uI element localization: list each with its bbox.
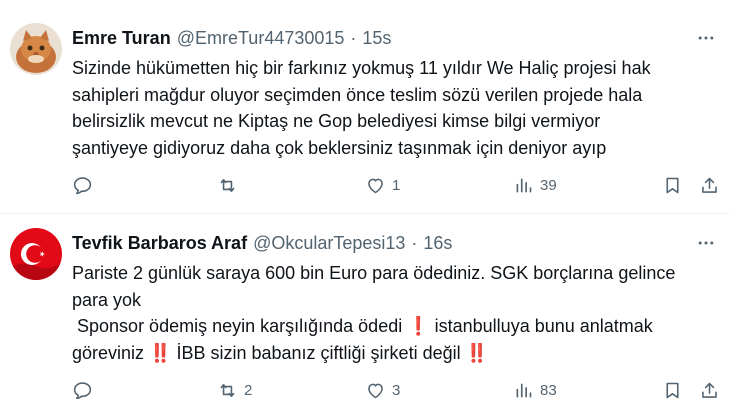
tweet-text-line: Sponsor ödemiş neyin karşılığında ödedi (72, 316, 408, 336)
separator-dot: · (411, 232, 418, 253)
turkish-flag-avatar-icon (10, 228, 62, 280)
view-count: 83 (540, 381, 557, 399)
tweet-text-line: göreviniz (72, 342, 150, 363)
bookmark-icon (666, 382, 679, 398)
tweet-actions: 2 3 83 (72, 376, 722, 404)
views-icon (516, 383, 532, 397)
more-icon[interactable] (694, 26, 718, 50)
tweet[interactable]: Tevfik Barbaros Araf @OkcularTepesi13 · … (0, 215, 730, 420)
retweet-button[interactable] (217, 171, 244, 199)
retweet-icon (220, 178, 235, 192)
author-handle[interactable]: @EmreTur44730015 (177, 28, 345, 49)
reply-button[interactable] (72, 171, 99, 199)
tweet-header: Tevfik Barbaros Araf @OkcularTepesi13 · … (72, 231, 452, 255)
views-button[interactable]: 83 (513, 376, 557, 404)
separator-dot: · (350, 27, 357, 48)
bookmark-icon (666, 177, 679, 193)
author-name[interactable]: Tevfik Barbaros Araf (72, 233, 247, 254)
tweet[interactable]: Emre Turan @EmreTur44730015 · 15s Sizind… (0, 0, 730, 214)
exclamation-emoji: ❗ (407, 316, 430, 336)
tweet-text-line: para yok (72, 289, 142, 310)
timestamp[interactable]: 16s (423, 233, 452, 254)
views-button[interactable]: 39 (513, 171, 557, 199)
like-button[interactable]: 3 (365, 376, 400, 404)
reply-icon (73, 381, 92, 399)
double-exclamation-emoji: ‼️ (465, 342, 489, 363)
cat-photo-avatar-icon (10, 23, 62, 75)
share-button[interactable] (699, 171, 720, 199)
timestamp[interactable]: 15s (362, 28, 391, 49)
double-exclamation-emoji: ‼️ (149, 342, 172, 363)
avatar[interactable] (10, 228, 62, 280)
tweet-text: Pariste 2 günlük saraya 600 bin Euro par… (72, 260, 722, 366)
views-icon (516, 178, 532, 192)
retweet-button[interactable]: 2 (217, 376, 252, 404)
like-count: 3 (392, 381, 401, 399)
share-icon (702, 382, 717, 398)
like-icon (368, 178, 383, 193)
tweet-text-line: istanbulluya bunu anlatmak (429, 316, 653, 336)
tweet-header: Emre Turan @EmreTur44730015 · 15s (72, 26, 391, 50)
retweet-count: 2 (244, 381, 253, 399)
like-count: 1 (392, 176, 401, 194)
tweet-actions: 1 39 (72, 171, 722, 199)
author-handle[interactable]: @OkcularTepesi13 (253, 233, 405, 254)
retweet-icon (220, 383, 235, 397)
tweet-text-line: Pariste 2 günlük saraya 600 bin Euro par… (72, 263, 676, 283)
bookmark-button[interactable] (662, 376, 683, 404)
avatar[interactable] (10, 23, 62, 75)
author-name[interactable]: Emre Turan (72, 28, 171, 49)
share-button[interactable] (699, 376, 720, 404)
like-button[interactable]: 1 (365, 171, 400, 199)
more-icon[interactable] (694, 231, 718, 255)
tweet-text-line: İBB sizin babanız çiftliği şirketi değil (171, 342, 466, 363)
like-icon (368, 383, 383, 398)
reply-icon (73, 176, 92, 194)
view-count: 39 (540, 176, 557, 194)
tweet-text: Sizinde hükümetten hiç bir farkınız yokm… (72, 58, 651, 158)
share-icon (702, 177, 717, 193)
bookmark-button[interactable] (662, 171, 683, 199)
reply-button[interactable] (72, 376, 99, 404)
